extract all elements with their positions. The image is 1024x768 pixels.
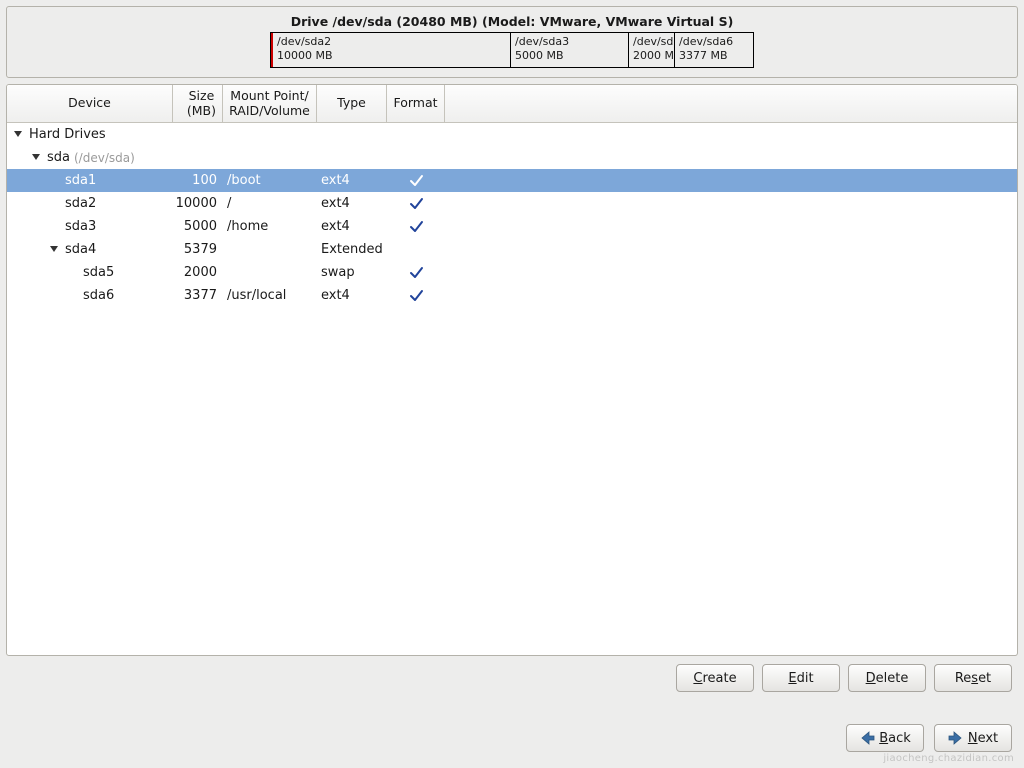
col-header-mount[interactable]: Mount Point/RAID/Volume [223, 85, 317, 122]
partition-tree[interactable]: Hard Drivessda(/dev/sda)sda1100/bootext4… [7, 123, 1017, 307]
action-button-row: Create Edit Delete Reset [6, 656, 1018, 696]
expander-icon [67, 290, 79, 302]
nav-button-row: Back Next [846, 724, 1012, 752]
drive-summary-panel: Drive /dev/sda (20480 MB) (Model: VMware… [6, 6, 1018, 78]
type-cell: ext4 [317, 219, 387, 234]
mount-cell: /usr/local [223, 288, 317, 303]
partition-row[interactable]: sda1 100/bootext4 [7, 169, 1017, 192]
drive-partition-bar: /dev/sda210000 MB/dev/sda35000 MB/dev/sd… [270, 32, 754, 68]
device-label: sda1 [65, 173, 96, 188]
device-label: Hard Drives [29, 127, 106, 142]
col-header-spacer [445, 85, 1017, 122]
size-cell: 2000 [173, 265, 223, 280]
format-cell [387, 288, 445, 304]
type-cell: ext4 [317, 288, 387, 303]
tree-group-row[interactable]: sda4 5379 Extended [7, 238, 1017, 261]
type-cell: ext4 [317, 173, 387, 188]
expander-icon [49, 175, 61, 187]
arrow-right-icon [948, 731, 964, 745]
drive-segment[interactable]: /dev/sda210000 MB [271, 33, 511, 67]
col-header-type[interactable]: Type [317, 85, 387, 122]
table-header: Device Size(MB) Mount Point/RAID/Volume … [7, 85, 1017, 123]
expander-icon[interactable] [49, 244, 61, 256]
expander-icon [67, 267, 79, 279]
device-label: sda2 [65, 196, 96, 211]
arrow-left-icon [859, 731, 875, 745]
size-cell: 10000 [173, 196, 223, 211]
drive-segment[interactable]: /dev/sda52000 MB [629, 33, 675, 67]
col-header-device[interactable]: Device [7, 85, 173, 122]
drive-segment[interactable]: /dev/sda35000 MB [511, 33, 629, 67]
delete-button[interactable]: Delete [848, 664, 926, 692]
watermark-text: jiaocheng.chazidian.com [883, 753, 1014, 764]
partition-table-panel: Device Size(MB) Mount Point/RAID/Volume … [6, 84, 1018, 656]
tree-group-row[interactable]: Hard Drives [7, 123, 1017, 146]
checkmark-icon [408, 288, 424, 304]
partition-row[interactable]: sda6 3377/usr/localext4 [7, 284, 1017, 307]
device-label: sda3 [65, 219, 96, 234]
size-cell: 3377 [173, 288, 223, 303]
mount-cell: /boot [223, 173, 317, 188]
format-cell [387, 196, 445, 212]
device-label: sda5 [83, 265, 114, 280]
type-cell: Extended [317, 242, 387, 257]
checkmark-icon [408, 219, 424, 235]
size-cell: 5000 [173, 219, 223, 234]
partition-row[interactable]: sda5 2000 swap [7, 261, 1017, 284]
size-cell: 5379 [173, 242, 223, 257]
device-label: sda [47, 150, 70, 165]
expander-icon [49, 221, 61, 233]
format-cell [387, 265, 445, 281]
checkmark-icon [408, 196, 424, 212]
size-cell: 100 [173, 173, 223, 188]
mount-cell: /home [223, 219, 317, 234]
edit-button[interactable]: Edit [762, 664, 840, 692]
device-label: sda4 [65, 242, 96, 257]
col-header-size[interactable]: Size(MB) [173, 85, 223, 122]
format-cell [387, 173, 445, 189]
mount-cell: / [223, 196, 317, 211]
expander-icon[interactable] [13, 129, 25, 141]
checkmark-icon [408, 265, 424, 281]
col-header-format[interactable]: Format [387, 85, 445, 122]
type-cell: swap [317, 265, 387, 280]
type-cell: ext4 [317, 196, 387, 211]
drive-segment[interactable]: /dev/sda63377 MB [675, 33, 753, 67]
next-button[interactable]: Next [934, 724, 1012, 752]
reset-button[interactable]: Reset [934, 664, 1012, 692]
create-button[interactable]: Create [676, 664, 754, 692]
expander-icon [49, 198, 61, 210]
format-cell [387, 219, 445, 235]
checkmark-icon [408, 173, 424, 189]
back-button[interactable]: Back [846, 724, 924, 752]
device-label: sda6 [83, 288, 114, 303]
partition-row[interactable]: sda3 5000/homeext4 [7, 215, 1017, 238]
expander-icon[interactable] [31, 152, 43, 164]
partition-row[interactable]: sda2 10000/ext4 [7, 192, 1017, 215]
tree-group-row[interactable]: sda (/dev/sda) [7, 146, 1017, 169]
drive-title: Drive /dev/sda (20480 MB) (Model: VMware… [291, 14, 734, 29]
device-path-hint: (/dev/sda) [74, 151, 135, 165]
